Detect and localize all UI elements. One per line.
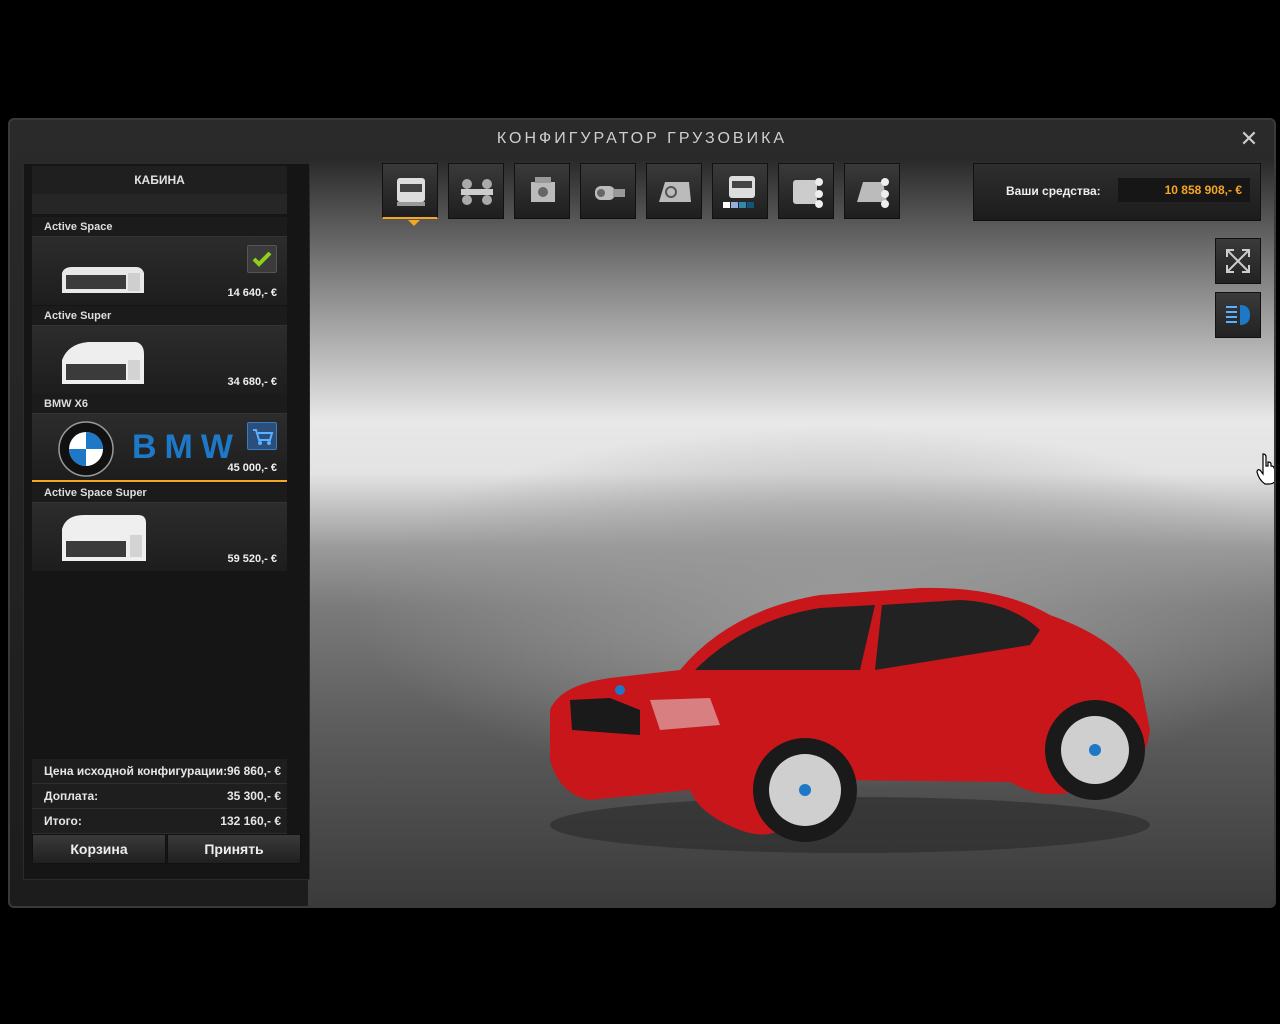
funds-value: 10 858 908,- € [1118,178,1250,202]
interior-icon [659,182,691,202]
panel-title: КАБИНА [32,166,287,194]
tab-accessories[interactable] [778,163,834,219]
hand-cursor-icon [1256,453,1274,485]
paint-icon [723,176,755,208]
funds-label: Ваши средства: [1006,184,1101,198]
tab-paint[interactable] [712,163,768,219]
tab-cabin[interactable] [382,163,438,219]
base-price-label: Цена исходной конфигурации: [44,764,228,778]
total-price-label: Итого: [44,814,82,828]
vehicle-model-preview [550,587,1150,853]
extra-price-label: Доплата: [44,789,99,803]
owned-check-icon [247,245,277,273]
cabin-option-active-super[interactable]: Active Super 34 680,- € [32,306,287,394]
option-price: 14 640,- € [227,287,277,299]
option-name: Active Super [32,306,287,326]
total-price-value: 132 160,- € [220,814,281,828]
tab-chassis[interactable] [448,163,504,219]
cabin-thumbnail-icon [62,267,144,293]
cart-icon [247,422,277,450]
option-price: 34 680,- € [227,376,277,388]
cabin-thumbnail-icon [62,342,144,384]
active-tab-indicator [408,220,420,226]
bmw-logo-icon [58,421,114,477]
engine-icon [531,177,555,202]
cart-button[interactable]: Корзина [32,834,166,864]
tab-interior[interactable] [646,163,702,219]
parts-panel: КАБИНА Active Space 14 640,- € Active Su… [23,163,310,880]
option-name: Active Space [32,217,287,237]
price-summary: Цена исходной конфигурации: 96 860,- € Д… [32,759,287,834]
accept-button[interactable]: Принять [167,834,301,864]
total-price-row: Итого: 132 160,- € [32,809,287,834]
window-title: КОНФИГУРАТОР ГРУЗОВИКА [496,130,788,147]
lights-icon [857,178,889,208]
option-name: BMW X6 [32,394,287,414]
truck-configurator-window: КОНФИГУРАТОР ГРУЗОВИКА ✕ КАБИНА Active S… [8,118,1276,908]
base-price-row: Цена исходной конфигурации: 96 860,- € [32,759,287,784]
cabin-icon [397,178,425,206]
cabin-option-active-space[interactable]: Active Space 14 640,- € [32,217,287,305]
headlights-toggle-button[interactable] [1215,292,1261,338]
brand-wordmark: BMW [132,428,241,466]
cabin-option-active-space-super[interactable]: Active Space Super 59 520,- € [32,483,287,571]
transmission-icon [595,186,625,200]
fullscreen-button[interactable] [1215,238,1261,284]
option-price: 59 520,- € [227,553,277,565]
cabin-thumbnail-icon [62,515,146,561]
tab-transmission[interactable] [580,163,636,219]
panel-filter-bar [32,194,287,214]
chassis-icon [461,179,493,205]
tab-engine[interactable] [514,163,570,219]
tab-lights[interactable] [844,163,900,219]
close-icon[interactable]: ✕ [1238,128,1260,150]
extra-price-row: Доплата: 35 300,- € [32,784,287,809]
option-name: Active Space Super [32,483,287,503]
funds-box: Ваши средства: 10 858 908,- € [973,163,1261,221]
extra-price-value: 35 300,- € [226,789,281,803]
accessories-icon [793,178,823,208]
option-price: 45 000,- € [227,462,277,474]
cabin-option-bmw-x6[interactable]: BMW X6 BMW 45 000,- € [32,394,287,482]
base-price-value: 96 860,- € [226,764,281,778]
expand-icon [1226,249,1250,273]
headlight-icon [1226,305,1250,325]
